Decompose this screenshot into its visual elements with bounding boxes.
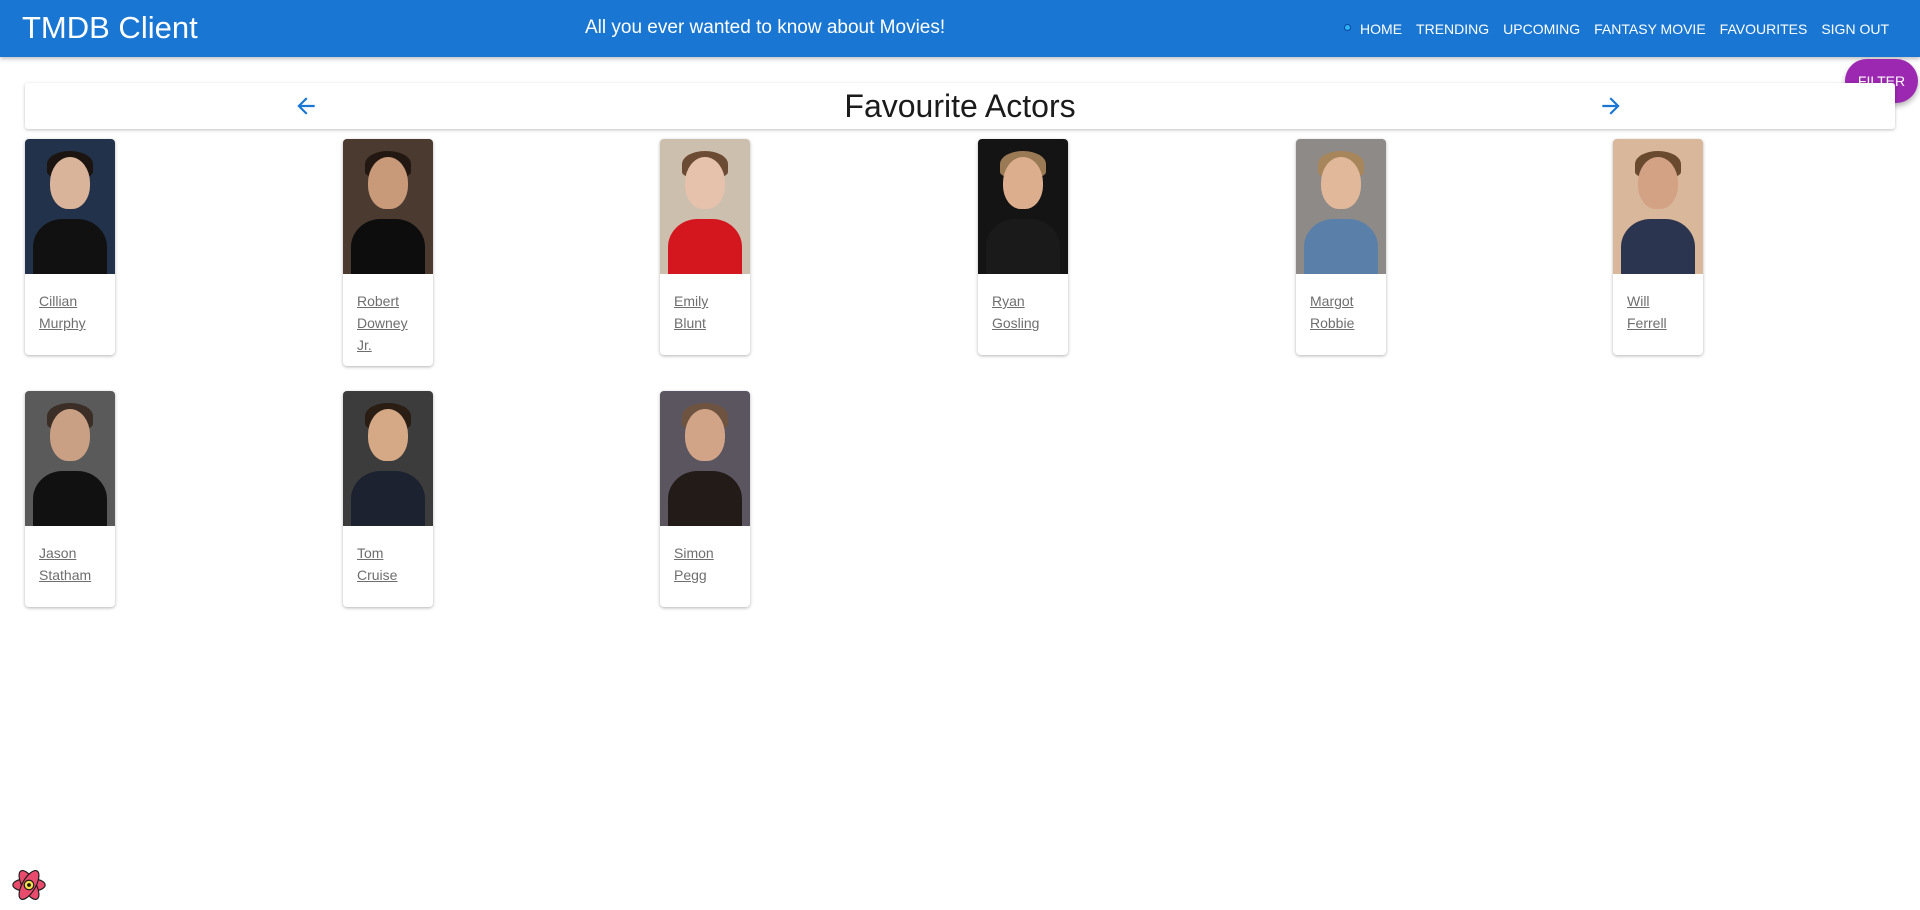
- main-nav: HOME TRENDING UPCOMING FANTASY MOVIE FAV…: [1353, 0, 1896, 57]
- actor-card[interactable]: Tom Cruise: [343, 391, 433, 607]
- nav-trending[interactable]: TRENDING: [1409, 19, 1496, 39]
- actor-name-link[interactable]: Ryan Gosling: [978, 274, 1068, 355]
- actor-card[interactable]: Will Ferrell: [1613, 139, 1703, 355]
- actor-name-link[interactable]: Cillian Murphy: [25, 274, 115, 355]
- app-title[interactable]: TMDB Client: [22, 10, 198, 46]
- actor-photo: [343, 139, 433, 274]
- actor-name-link[interactable]: Will Ferrell: [1613, 274, 1703, 355]
- actor-photo: [978, 139, 1068, 274]
- actor-photo: [660, 139, 750, 274]
- app-tagline: All you ever wanted to know about Movies…: [585, 17, 946, 38]
- actor-photo: [660, 391, 750, 526]
- nav-upcoming[interactable]: UPCOMING: [1496, 19, 1587, 39]
- actor-card[interactable]: Cillian Murphy: [25, 139, 115, 355]
- nav-sign-out[interactable]: SIGN OUT: [1814, 19, 1896, 39]
- actor-card[interactable]: Ryan Gosling: [978, 139, 1068, 355]
- actor-name-link[interactable]: Emily Blunt: [660, 274, 750, 355]
- nav-favourites[interactable]: FAVOURITES: [1713, 19, 1815, 39]
- page-header: Favourite Actors: [25, 83, 1895, 129]
- actor-card[interactable]: Robert Downey Jr.: [343, 139, 433, 366]
- actor-photo: [1296, 139, 1386, 274]
- forward-button[interactable]: [1596, 91, 1626, 121]
- actor-card[interactable]: Jason Statham: [25, 391, 115, 607]
- actor-name-link[interactable]: Jason Statham: [25, 526, 115, 607]
- status-dot-icon: [1344, 24, 1351, 31]
- actor-photo: [25, 139, 115, 274]
- app-bar: TMDB Client All you ever wanted to know …: [0, 0, 1920, 57]
- actor-name-link[interactable]: Robert Downey Jr.: [343, 274, 433, 366]
- nav-home[interactable]: HOME: [1353, 19, 1409, 39]
- actor-photo: [343, 391, 433, 526]
- react-logo-icon[interactable]: [10, 866, 48, 904]
- actor-card[interactable]: Emily Blunt: [660, 139, 750, 355]
- nav-fantasy-movie[interactable]: FANTASY MOVIE: [1587, 19, 1713, 39]
- actor-card[interactable]: Margot Robbie: [1296, 139, 1386, 355]
- actor-photo: [1613, 139, 1703, 274]
- actor-photo: [25, 391, 115, 526]
- actor-name-link[interactable]: Tom Cruise: [343, 526, 433, 607]
- actor-name-link[interactable]: Simon Pegg: [660, 526, 750, 607]
- actor-name-link[interactable]: Margot Robbie: [1296, 274, 1386, 355]
- actor-card[interactable]: Simon Pegg: [660, 391, 750, 607]
- arrow-right-icon: [1602, 97, 1620, 115]
